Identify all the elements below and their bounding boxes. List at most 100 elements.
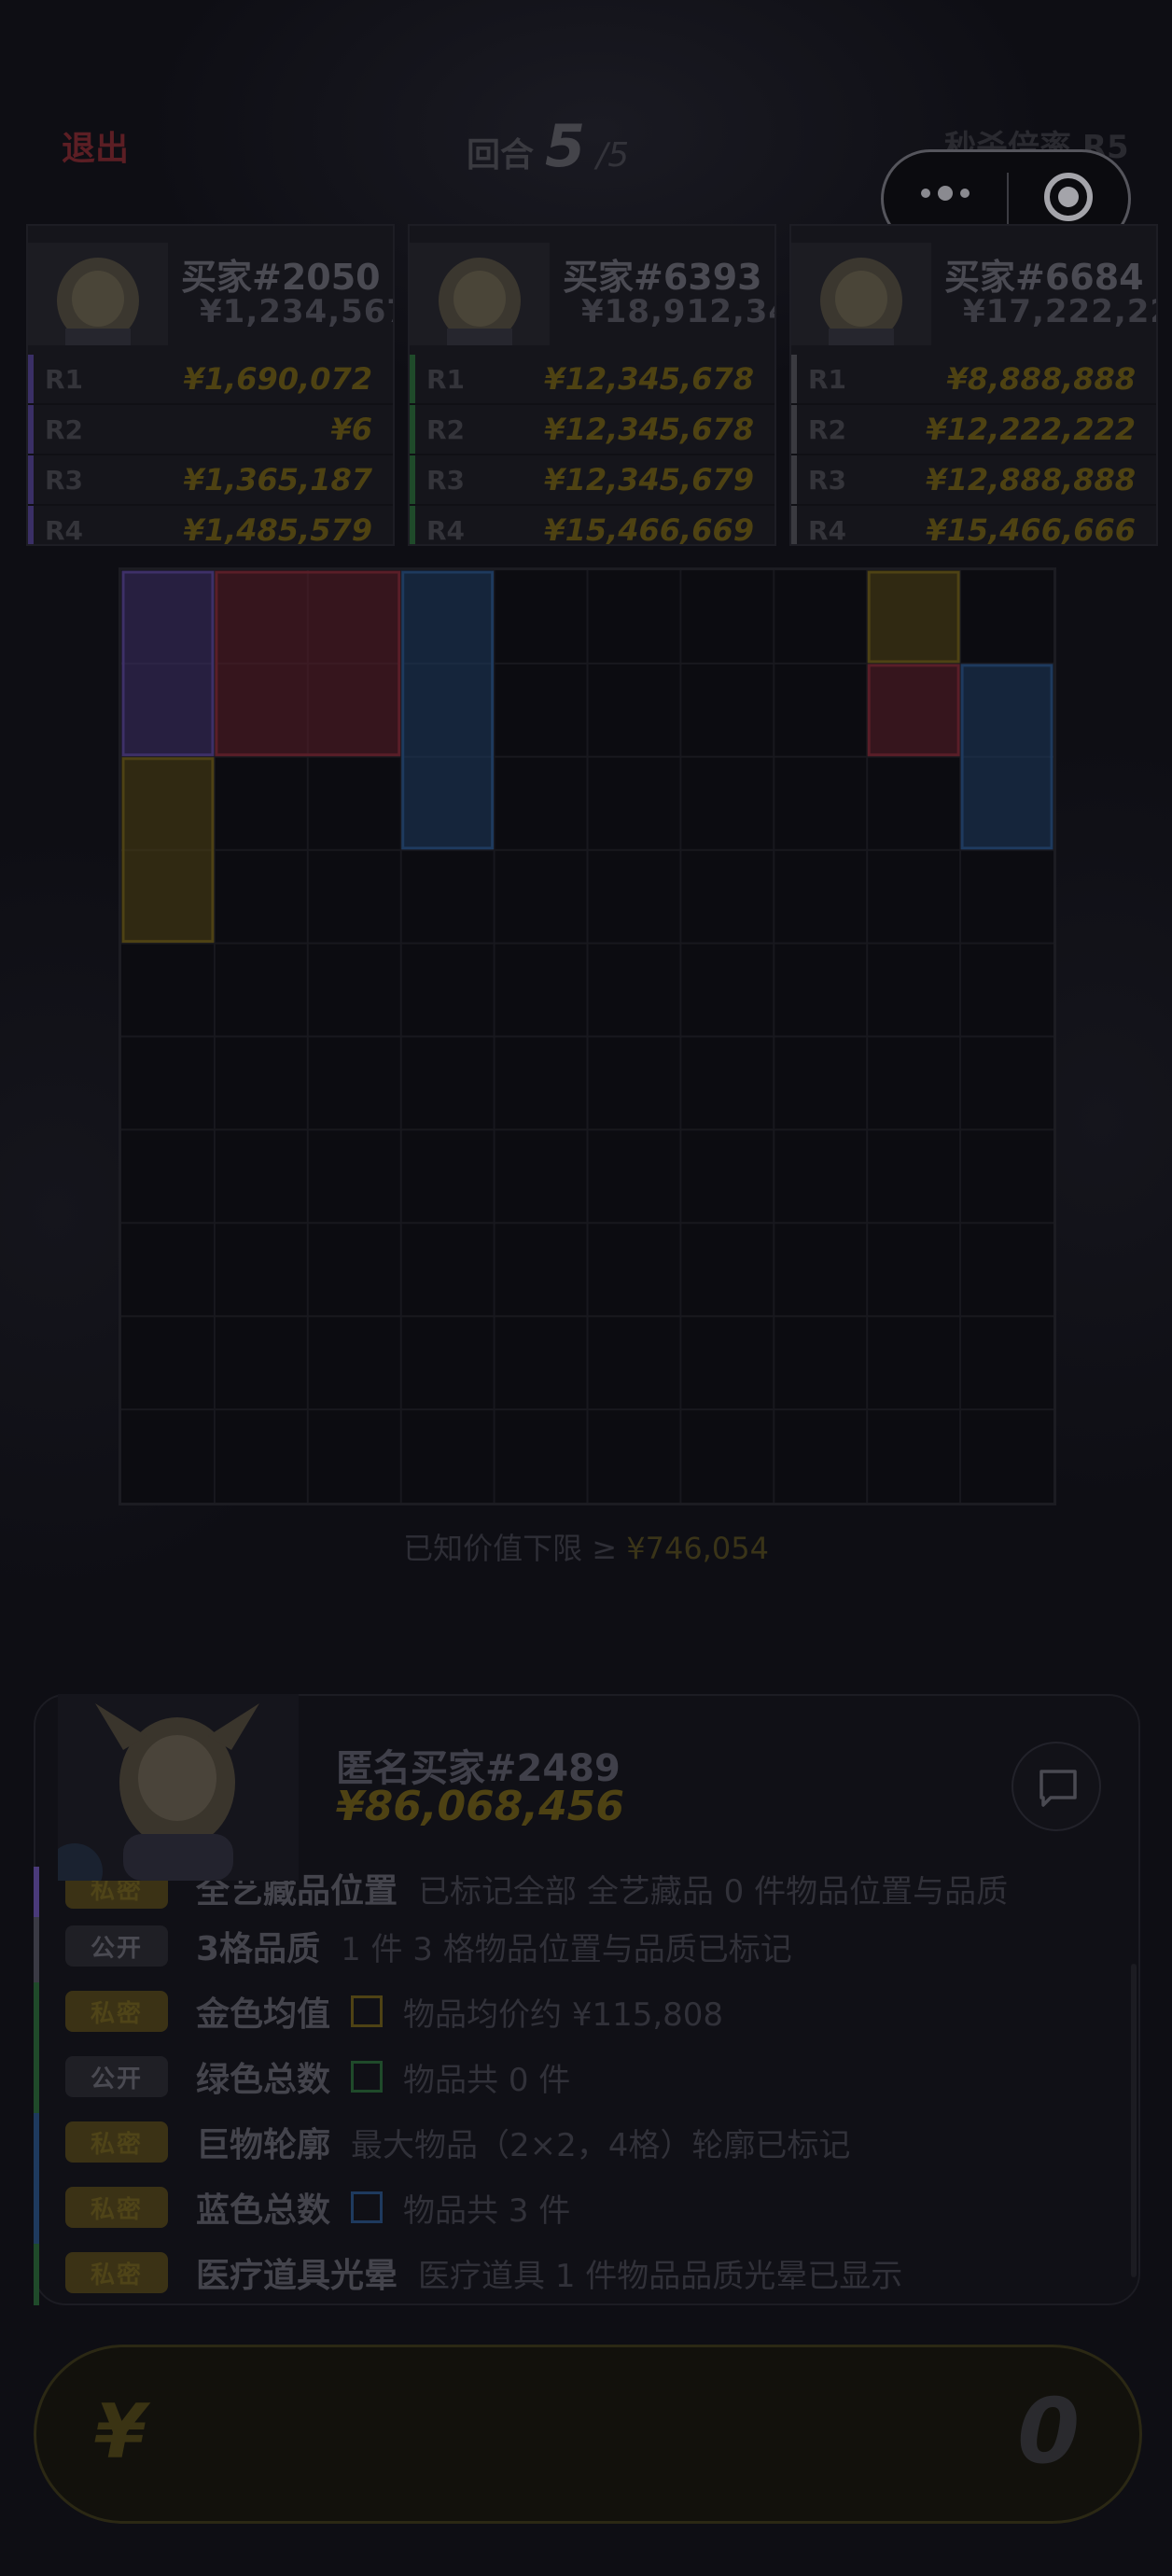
- info-badge: 私密: [65, 2252, 168, 2293]
- grid-item[interactable]: [867, 664, 960, 757]
- player-money: ¥18,912,345: [581, 293, 774, 330]
- known-value-label: 已知价值下限 ≥: [403, 1531, 618, 1566]
- player-name: 买家#6393: [563, 257, 762, 298]
- round-row-value: ¥1,690,072: [183, 361, 372, 397]
- info-row-accent: [34, 2178, 39, 2244]
- info-row: 公开 绿色总数 物品共 0 件: [34, 2048, 1140, 2106]
- info-title: 金色均值: [196, 1995, 331, 2034]
- round-row-value: ¥15,466,669: [544, 512, 754, 546]
- info-row: 私密 金色均值 物品均价约 ¥115,808: [34, 1982, 1140, 2040]
- round-row-label: R1: [45, 363, 84, 395]
- bid-value: 0: [1017, 2379, 1080, 2484]
- anon-buyer-avatar: [58, 1694, 299, 1881]
- player-avatar: [410, 243, 550, 345]
- round-row-label: R2: [808, 413, 847, 445]
- round-row-value: ¥1,365,187: [183, 462, 372, 497]
- player-round-row: R4 ¥15,466,669: [410, 506, 774, 546]
- player-money: ¥17,222,222: [963, 293, 1156, 330]
- grid-item[interactable]: [121, 570, 215, 757]
- info-title: 医疗道具光晕: [196, 2257, 398, 2295]
- info-row-accent: [34, 2113, 39, 2178]
- info-badge: 私密: [65, 2121, 168, 2163]
- info-row: 私密 医疗道具光晕 医疗道具 1 件物品品质光晕已显示: [34, 2244, 1140, 2302]
- info-desc: 物品共 3 件: [403, 2191, 571, 2230]
- info-desc: 已标记全部 全艺藏品 0 件物品位置与品质: [418, 1872, 1009, 1911]
- player-round-row: R2 ¥12,345,678: [410, 405, 774, 455]
- round-row-label: R2: [426, 413, 466, 445]
- info-title: 巨物轮廓: [196, 2126, 331, 2164]
- info-row: 私密 巨物轮廓 最大物品（2×2，4格）轮廓已标记: [34, 2113, 1140, 2171]
- chat-button[interactable]: [1012, 1742, 1101, 1831]
- round-row-value: ¥12,345,678: [544, 361, 754, 397]
- grid-canvas: [121, 570, 1053, 1503]
- info-title: 蓝色总数: [196, 2191, 331, 2230]
- chat-icon: [1039, 1770, 1077, 1807]
- player-round-row: R2 ¥6: [28, 405, 393, 455]
- player-card: 买家#6684 ¥17,222,222 R1 ¥8,888,888 R2 ¥12…: [789, 224, 1158, 546]
- grid-item[interactable]: [121, 757, 215, 944]
- round-row-label: R1: [808, 363, 847, 395]
- known-value-floor: 已知价值下限 ≥ ¥746,054: [0, 1525, 1172, 1568]
- round-row-value: ¥12,345,678: [544, 412, 754, 447]
- round-row-value: ¥6: [330, 412, 372, 447]
- info-row-accent: [34, 1917, 39, 1982]
- exit-button[interactable]: 退出: [62, 121, 129, 170]
- player-round-row: R4 ¥15,466,666: [791, 506, 1156, 546]
- round-row-label: R1: [426, 363, 466, 395]
- round-row-label: R4: [45, 514, 84, 546]
- info-row: 公开 3格品质 1 件 3 格物品位置与品质已标记: [34, 1917, 1140, 1975]
- player-card: 买家#6393 ¥18,912,345 R1 ¥12,345,678 R2 ¥1…: [408, 224, 776, 546]
- player-round-row: R1 ¥8,888,888: [791, 355, 1156, 405]
- round-row-value: ¥1,485,579: [183, 512, 372, 546]
- round-current: 5: [545, 112, 586, 180]
- capsule-divider: [1007, 173, 1009, 227]
- player-name: 买家#2050: [181, 257, 381, 298]
- info-row-accent: [34, 2244, 39, 2305]
- color-swatch: [351, 1995, 384, 2027]
- round-row-label: R3: [426, 464, 466, 496]
- grid-item[interactable]: [401, 570, 495, 850]
- player-round-row: R1 ¥1,690,072: [28, 355, 393, 405]
- round-row-label: R4: [808, 514, 847, 546]
- player-round-row: R3 ¥12,345,679: [410, 455, 774, 506]
- player-card: 买家#2050 ¥1,234,567 R1 ¥1,690,072 R2 ¥6 R…: [26, 224, 395, 546]
- grid-item[interactable]: [215, 570, 401, 757]
- player-avatar: [791, 243, 931, 345]
- close-target-icon[interactable]: [1044, 173, 1093, 221]
- info-badge: 私密: [65, 2187, 168, 2228]
- info-row: 私密 蓝色总数 物品共 3 件: [34, 2178, 1140, 2236]
- round-row-label: R3: [45, 464, 84, 496]
- player-round-row: R2 ¥12,222,222: [791, 405, 1156, 455]
- player-round-row: R4 ¥1,485,579: [28, 506, 393, 546]
- info-desc: 物品均价约 ¥115,808: [403, 1995, 724, 2034]
- round-row-value: ¥15,466,666: [926, 512, 1136, 546]
- round-indicator: 回合 5 /5: [467, 112, 629, 180]
- info-desc: 最大物品（2×2，4格）轮廓已标记: [351, 2126, 851, 2164]
- info-badge: 公开: [65, 2056, 168, 2097]
- round-row-value: ¥8,888,888: [946, 361, 1136, 397]
- info-list[interactable]: 私密 全艺藏品位置 已标记全部 全艺藏品 0 件物品位置与品质 公开 3格品质 …: [34, 1867, 1140, 2305]
- player-round-row: R1 ¥12,345,678: [410, 355, 774, 405]
- player-money: ¥1,234,567: [200, 293, 395, 330]
- info-scrollbar[interactable]: [1131, 1964, 1137, 2277]
- info-badge: 私密: [65, 1991, 168, 2032]
- info-row-accent: [34, 2048, 39, 2113]
- bid-input[interactable]: ¥ 0: [34, 2345, 1142, 2524]
- info-desc: 物品共 0 件: [403, 2061, 571, 2099]
- round-row-label: R2: [45, 413, 84, 445]
- more-icon[interactable]: [921, 186, 970, 201]
- bid-currency: ¥: [94, 2388, 146, 2475]
- grid-item[interactable]: [867, 570, 960, 664]
- info-desc: 医疗道具 1 件物品品质光晕已显示: [418, 2257, 903, 2295]
- round-row-label: R4: [426, 514, 466, 546]
- info-row-accent: [34, 1982, 39, 2048]
- item-grid[interactable]: [119, 567, 1056, 1505]
- player-round-row: R3 ¥12,888,888: [791, 455, 1156, 506]
- info-row-accent: [34, 1867, 39, 1925]
- round-label: 回合: [467, 136, 535, 175]
- grid-item[interactable]: [960, 664, 1053, 850]
- round-row-value: ¥12,888,888: [926, 462, 1136, 497]
- round-total: /5: [596, 136, 630, 175]
- info-badge: 公开: [65, 1925, 168, 1967]
- info-desc: 1 件 3 格物品位置与品质已标记: [341, 1930, 792, 1968]
